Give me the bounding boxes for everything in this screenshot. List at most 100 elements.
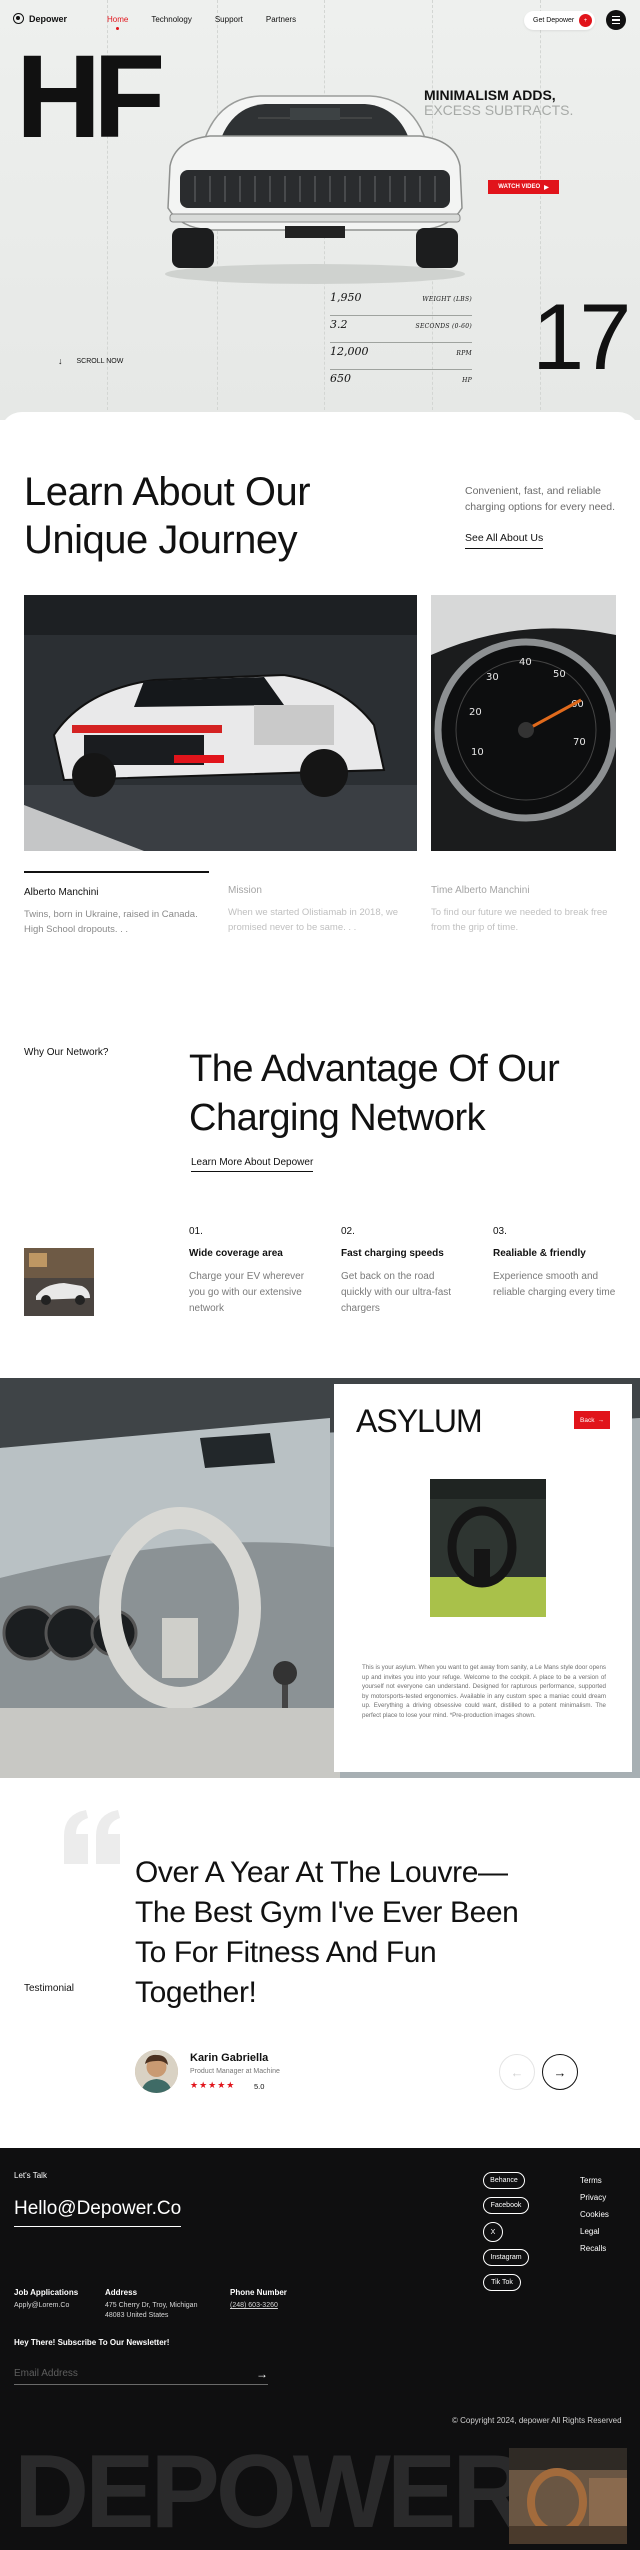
journey-title: Learn About Our Unique Journey [24,470,311,562]
svg-text:30: 30 [486,672,499,683]
spec-row: 3.2 SECONDS (0-60) [330,316,472,343]
spec-unit: SECONDS (0-60) [415,323,472,330]
spec-row: 650 HP [330,370,472,397]
phone-link[interactable]: (248) 603-3260 [230,2301,287,2311]
feature-item: 01. Wide coverage area Charge your EV wh… [189,1226,315,1317]
speedometer-photo: 10 20 30 40 50 60 70 [431,595,616,851]
spec-list: 1,950 WEIGHT (LBS) 3.2 SECONDS (0-60) 12,0… [330,289,472,397]
tagline-light: EXCESS SUBTRACTS. [424,102,574,118]
journey-card: Mission When we started Olistiamab in 20… [228,871,413,935]
brand-logo[interactable]: Depower [13,13,67,24]
quote-icon [64,1810,120,1864]
star-rating-icon: ★★★★★ [190,2080,236,2090]
footer-link-legal[interactable]: Legal [580,2223,609,2240]
footer-wordmark: DEPOWER [14,2434,527,2550]
brand-name: Depower [29,13,68,24]
journey-card: Alberto Manchini Twins, born in Ukraine,… [24,871,209,937]
get-depower-label: Get Depower [533,17,575,24]
footer-link-recalls[interactable]: Recalls [580,2240,609,2257]
main-nav: Home Technology Support Partners [107,15,296,30]
feature-item: 03. Realiable & friendly Experience smoo… [493,1226,619,1301]
hero-section: Depower Home Technology Support Partners… [0,0,640,420]
footer-interior-photo [509,2448,627,2544]
feature-number: 03. [493,1226,507,1237]
arrow-down-icon: ↓ [58,356,63,366]
get-depower-button[interactable]: Get Depower + [524,11,595,30]
journey-card-title: Alberto Manchini [24,887,99,898]
avatar-image [135,2050,178,2093]
scroll-now-button[interactable]: ↓ SCROLL NOW [58,356,123,366]
footer-link-privacy[interactable]: Privacy [580,2189,609,2206]
back-button[interactable]: Back → [574,1411,610,1429]
spec-value: 1,950 [330,291,362,304]
social-tiktok-link[interactable]: Tik Tok [483,2274,521,2291]
logo-icon [13,13,24,24]
social-behance-link[interactable]: Behance [483,2172,525,2189]
footer-interior-image [509,2448,627,2544]
feature-text: Experience smooth and reliable charging … [493,1271,616,1298]
feature-title: Wide coverage area [189,1248,283,1259]
testimonial-quote: Over A Year At The Louvre—The Best Gym I… [135,1856,519,2009]
see-all-about-us-link[interactable]: See All About Us [465,532,544,549]
journey-subtitle: Convenient, fast, and reliable charging … [465,485,616,513]
avatar [135,2050,178,2093]
journey-card-title: Time Alberto Manchini [431,885,530,896]
spec-unit: HP [462,377,472,384]
copyright-text: © Copyright 2024, depower All Rights Res… [452,2416,622,2425]
spec-unit: WEIGHT (LBS) [422,296,472,303]
advantage-title: The Advantage Of Our Charging Network [189,1048,560,1139]
arrow-right-icon: → [553,2064,567,2080]
advantage-eyebrow: Why Our Network? [24,1047,109,1058]
address-title: Address [105,2288,138,2297]
svg-text:20: 20 [469,707,482,718]
spec-value: 3.2 [330,318,348,331]
address-block: Address 475 Cherry Dr, Troy, Michigan 48… [105,2288,197,2321]
footer-link-cookies[interactable]: Cookies [580,2206,609,2223]
newsletter-email-input[interactable]: Email Address → [14,2363,268,2385]
scroll-now-label: SCROLL NOW [76,357,124,365]
menu-button[interactable] [606,10,626,30]
steering-wheel-image [430,1479,546,1617]
lets-talk-label: Let's Talk [14,2171,47,2180]
social-instagram-link[interactable]: Instagram [483,2249,529,2266]
footer-link-terms[interactable]: Terms [580,2172,609,2189]
arrow-right-icon: → [597,1416,604,1424]
speedometer-image: 10203040 506070 [431,595,616,851]
author-role: Product Manager at Machine [190,2068,280,2075]
spec-row: 12,000 RPM [330,343,472,370]
contact-email-link[interactable]: Hello@Depower.Co [14,2198,182,2227]
newsletter-email-placeholder: Email Address [14,2368,78,2379]
learn-more-link[interactable]: Learn More About Depower [191,1157,314,1172]
watch-video-button[interactable]: WATCH VIDEO ▶ [488,180,559,194]
svg-text:70: 70 [573,737,586,748]
nav-link-home[interactable]: Home [107,15,128,30]
play-icon: ▶ [544,184,549,191]
social-facebook-link[interactable]: Facebook [483,2197,529,2214]
job-applications-title: Job Applications [14,2288,79,2297]
previous-testimonial-button[interactable]: ← [499,2054,535,2090]
svg-text:10: 10 [471,747,484,758]
hamburger-icon-line [612,22,620,24]
phone-block: Phone Number (248) 603-3260 [230,2288,287,2311]
job-applications-block: Job Applications Apply@Lorem.Co [14,2288,78,2311]
arrow-right-icon[interactable]: → [256,2367,268,2381]
spec-value: 12,000 [330,345,369,358]
feature-item: 02. Fast charging speeds Get back on the… [341,1226,467,1317]
nav-link-support[interactable]: Support [215,15,243,24]
footer: Let's Talk Hello@Depower.Co Behance Face… [0,2148,640,2550]
feature-title: Fast charging speeds [341,1248,444,1259]
nav-link-technology[interactable]: Technology [151,15,191,24]
next-testimonial-button[interactable]: → [542,2054,578,2090]
job-applications-email[interactable]: Apply@Lorem.Co [14,2301,78,2311]
asylum-thumbnail [430,1479,546,1617]
social-x-link[interactable]: X [483,2222,503,2242]
nav-link-partners[interactable]: Partners [266,15,296,24]
back-label: Back [580,1416,595,1424]
newsletter-title: Hey There! Subscribe To Our Newsletter! [14,2338,170,2347]
asylum-description: This is your asylum. When you want to ge… [362,1664,606,1719]
feature-number: 02. [341,1226,355,1237]
journey-card-text: To find our future we needed to break fr… [431,907,608,933]
journey-card-text: Twins, born in Ukraine, raised in Canada… [24,909,198,935]
hamburger-icon-line [612,19,620,21]
race-car-image [24,595,417,851]
